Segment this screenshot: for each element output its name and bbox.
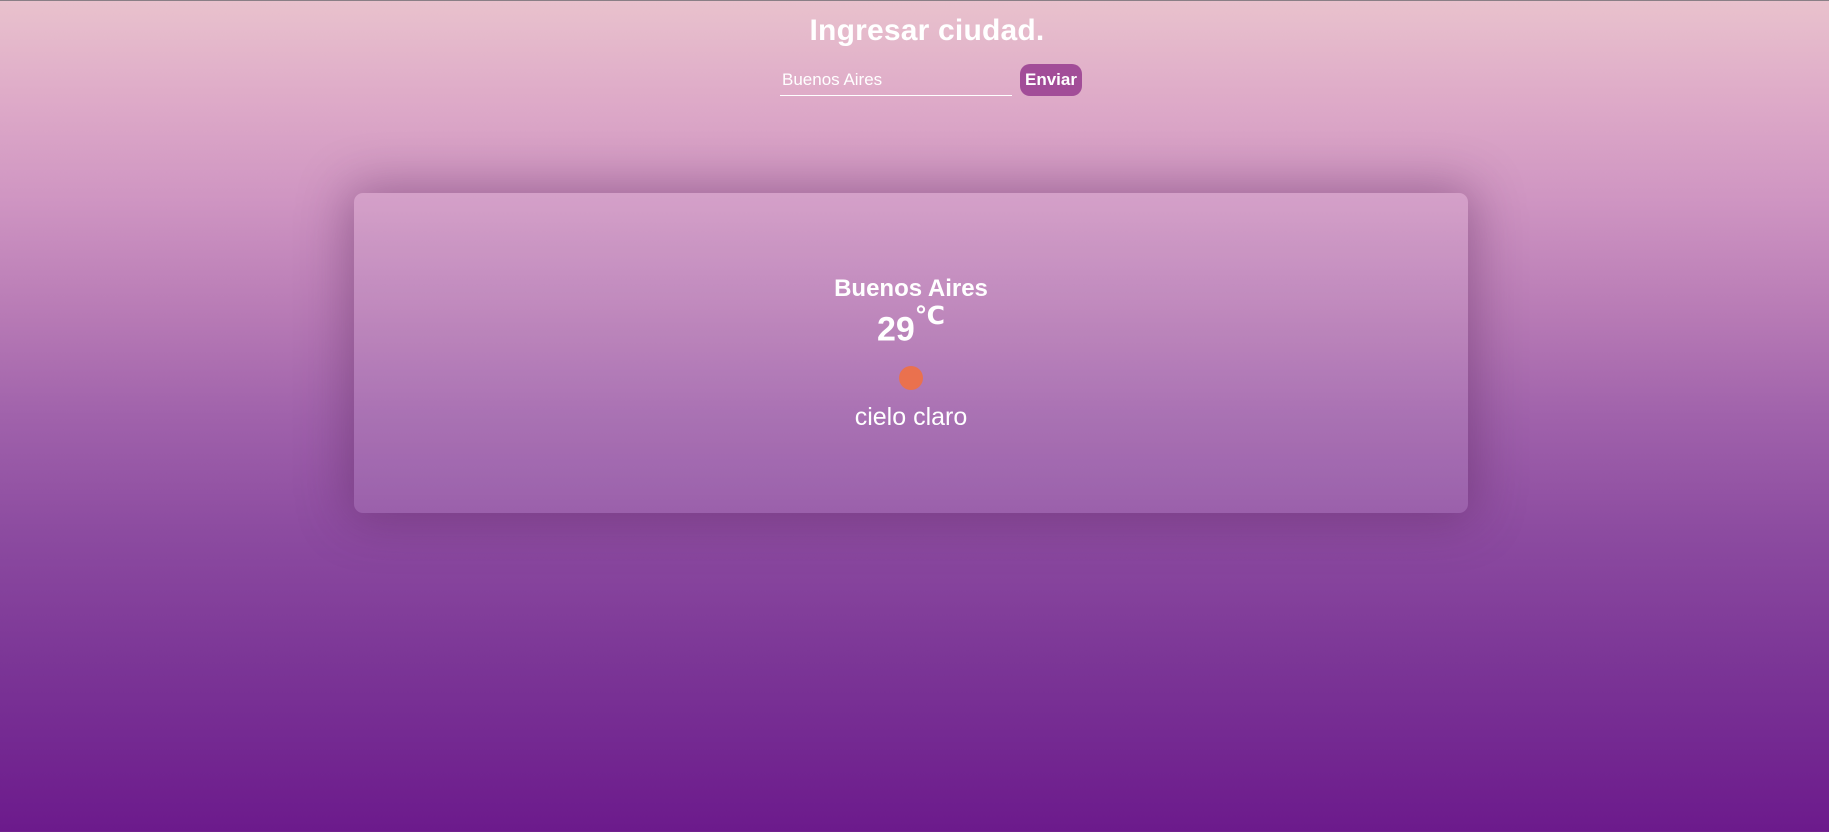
city-name: Buenos Aires xyxy=(834,275,988,302)
weather-description: cielo claro xyxy=(854,403,968,431)
top-divider xyxy=(0,0,1829,1)
temperature-unit: ℃ xyxy=(914,302,946,330)
weather-card: Buenos Aires 29℃ cielo claro xyxy=(354,193,1468,513)
sun-icon xyxy=(899,366,923,390)
city-input[interactable] xyxy=(780,64,1012,96)
page-title: Ingresar ciudad. xyxy=(809,14,1045,47)
submit-button[interactable]: Enviar xyxy=(1020,64,1082,96)
temperature-value: 29 xyxy=(876,310,915,349)
search-form: Enviar xyxy=(780,64,1082,96)
temperature: 29℃ xyxy=(354,302,1468,349)
